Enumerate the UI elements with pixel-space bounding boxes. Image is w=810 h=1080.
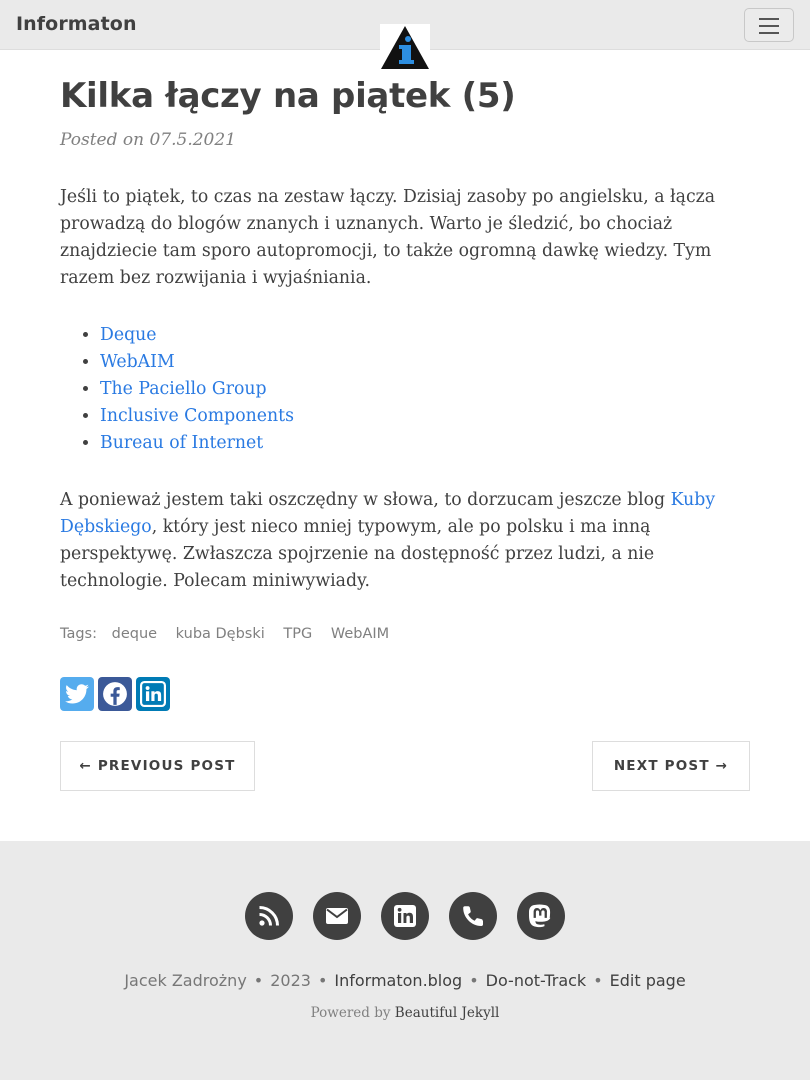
- footer-year: 2023: [270, 971, 311, 990]
- footer-separator: •: [593, 971, 603, 990]
- link-inclusive-components[interactable]: Inclusive Components: [100, 406, 294, 426]
- tag-link[interactable]: WebAIM: [331, 626, 389, 642]
- envelope-icon: [326, 908, 348, 924]
- facebook-icon: [103, 682, 127, 706]
- previous-post-button[interactable]: ← PREVIOUS POST: [60, 741, 255, 791]
- linkedin-link[interactable]: [381, 892, 429, 940]
- footer-edit-page-link[interactable]: Edit page: [610, 971, 686, 990]
- next-post-button[interactable]: NEXT POST →: [592, 741, 750, 791]
- link-deque[interactable]: Deque: [100, 325, 157, 345]
- link-bureau-of-internet[interactable]: Bureau of Internet: [100, 433, 263, 453]
- linkedin-icon: [394, 905, 416, 927]
- outro-paragraph: A ponieważ jestem taki oszczędny w słowa…: [60, 487, 760, 595]
- phone-link[interactable]: [449, 892, 497, 940]
- post-title: Kilka łączy na piątek (5): [60, 76, 516, 116]
- hamburger-icon: [759, 25, 779, 27]
- rss-icon: [259, 906, 279, 926]
- site-logo[interactable]: [380, 24, 430, 70]
- list-item: WebAIM: [100, 349, 700, 376]
- intro-paragraph: Jeśli to piątek, to czas na zestaw łączy…: [60, 187, 716, 288]
- tags-row: Tags: deque kuba Dębski TPG WebAIM: [60, 626, 389, 642]
- footer-separator: •: [317, 971, 328, 990]
- tag-link[interactable]: kuba Dębski: [176, 626, 265, 642]
- resource-link-list: Deque WebAIM The Paciello Group Inclusiv…: [60, 322, 700, 457]
- share-linkedin-button[interactable]: [136, 677, 170, 711]
- beautiful-jekyll-link[interactable]: Beautiful Jekyll: [395, 1005, 500, 1021]
- hamburger-icon: [759, 18, 779, 20]
- footer-author: Jacek Zadrożny: [124, 971, 247, 990]
- email-link[interactable]: [313, 892, 361, 940]
- tag-link[interactable]: TPG: [283, 626, 312, 642]
- share-facebook-button[interactable]: [98, 677, 132, 711]
- list-item: Deque: [100, 322, 700, 349]
- rss-link[interactable]: [245, 892, 293, 940]
- list-item: Bureau of Internet: [100, 430, 700, 457]
- footer-site-link[interactable]: Informaton.blog: [334, 971, 462, 990]
- share-twitter-button[interactable]: [60, 677, 94, 711]
- mastodon-icon: [529, 904, 551, 928]
- link-paciello-group[interactable]: The Paciello Group: [100, 379, 267, 399]
- powered-by-label: Powered by: [310, 1005, 395, 1021]
- footer-dnt-link[interactable]: Do-not-Track: [486, 971, 587, 990]
- footer-powered-by: Powered by Beautiful Jekyll: [0, 1005, 810, 1021]
- hamburger-icon: [759, 32, 779, 34]
- site-brand-link[interactable]: Informaton: [16, 13, 137, 35]
- tags-label: Tags:: [60, 626, 97, 642]
- link-webaim[interactable]: WebAIM: [100, 352, 175, 372]
- menu-toggle-button[interactable]: [744, 8, 794, 42]
- post-date: Posted on 07.5.2021: [60, 130, 236, 150]
- info-triangle-icon: [381, 26, 429, 69]
- navbar: Informaton: [0, 0, 810, 70]
- twitter-icon: [65, 684, 89, 704]
- list-item: Inclusive Components: [100, 403, 700, 430]
- footer-separator: •: [253, 971, 264, 990]
- phone-icon: [463, 906, 483, 927]
- list-item: The Paciello Group: [100, 376, 700, 403]
- tag-link[interactable]: deque: [112, 626, 157, 642]
- linkedin-icon: [140, 681, 166, 707]
- footer-copyright: Jacek Zadrożny • 2023 • Informaton.blog • Do-n…: [0, 971, 810, 990]
- mastodon-link[interactable]: [517, 892, 565, 940]
- footer: Jacek Zadrożny • 2023 • Informaton.blog • Do-n…: [0, 841, 810, 1080]
- outro-text-start: A ponieważ jestem taki oszczędny w słowa…: [60, 490, 671, 510]
- footer-separator: •: [469, 971, 479, 990]
